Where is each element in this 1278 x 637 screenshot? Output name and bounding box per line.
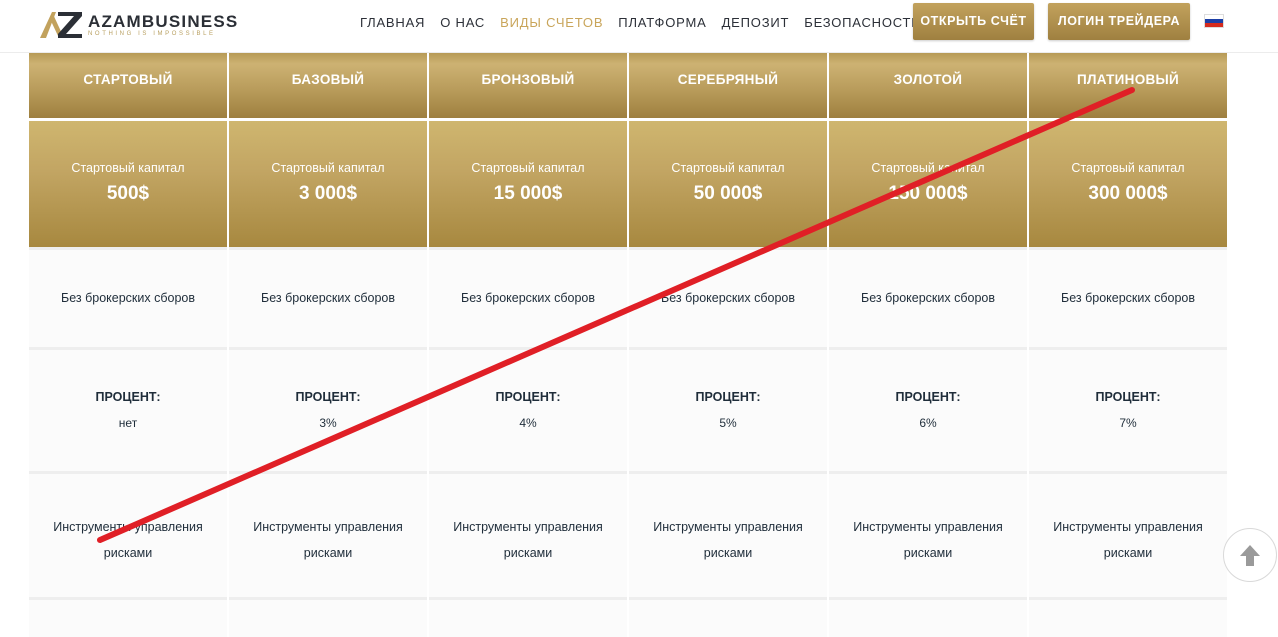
logo-mark-icon: [40, 12, 82, 38]
account-name-platinum: ПЛАТИНОВЫЙ: [1029, 52, 1227, 118]
tools-cell: Инструменты управления рисками: [1029, 471, 1227, 597]
fees-cell: Без брокерских сборов: [229, 247, 427, 347]
percent-cell: ПРОЦЕНТ: 5%: [629, 347, 827, 471]
account-types-table: СТАРТОВЫЙ БАЗОВЫЙ БРОНЗОВЫЙ СЕРЕБРЯНЫЙ З…: [29, 52, 1229, 637]
account-name-gold: ЗОЛОТОЙ: [829, 52, 1027, 118]
main-nav: ГЛАВНАЯ О НАС ВИДЫ СЧЕТОВ ПЛАТФОРМА ДЕПО…: [360, 0, 936, 44]
capital-label: Стартовый капитал: [271, 161, 385, 175]
nav-item-about[interactable]: О НАС: [440, 15, 485, 30]
open-account-button[interactable]: ОТКРЫТЬ СЧЁТ: [913, 3, 1034, 40]
empty-cell: [29, 597, 227, 637]
account-name-basic: БАЗОВЫЙ: [229, 52, 427, 118]
site-header: AZAMBUSINESS NOTHING IS IMPOSSIBLE ГЛАВН…: [0, 0, 1278, 53]
russian-flag-icon[interactable]: [1204, 14, 1224, 28]
percent-value: 3%: [319, 416, 337, 430]
capital-cell: Стартовый капитал 300 000$: [1029, 121, 1227, 247]
percent-value: 4%: [519, 416, 537, 430]
tools-cell: Инструменты управления рисками: [629, 471, 827, 597]
capital-value: 500$: [106, 183, 150, 204]
capital-label: Стартовый капитал: [1071, 161, 1185, 175]
capital-cell: Стартовый капитал 3 000$: [229, 121, 427, 247]
fees-cell: Без брокерских сборов: [429, 247, 627, 347]
capital-value: 3 000$: [298, 183, 358, 204]
fees-cell: Без брокерских сборов: [629, 247, 827, 347]
capital-value: 50 000$: [693, 183, 763, 204]
brand-tagline: NOTHING IS IMPOSSIBLE: [88, 31, 216, 37]
percent-label: ПРОЦЕНТ:: [895, 390, 961, 404]
brand-name: AZAMBUSINESS: [88, 12, 239, 31]
percent-cell: ПРОЦЕНТ: 6%: [829, 347, 1027, 471]
scroll-to-top-button[interactable]: [1223, 528, 1277, 582]
empty-cell: [229, 597, 427, 637]
account-name-silver: СЕРЕБРЯНЫЙ: [629, 52, 827, 118]
tools-cell: Инструменты управления рисками: [829, 471, 1027, 597]
nav-item-deposit[interactable]: ДЕПОЗИТ: [722, 15, 790, 30]
percent-value: 5%: [719, 416, 737, 430]
percent-label: ПРОЦЕНТ:: [495, 390, 561, 404]
next-row: [29, 597, 1229, 637]
tools-cell: Инструменты управления рисками: [29, 471, 227, 597]
percent-value: 7%: [1119, 416, 1137, 430]
nav-item-home[interactable]: ГЛАВНАЯ: [360, 15, 425, 30]
capital-value: 150 000$: [888, 183, 968, 204]
fees-cell: Без брокерских сборов: [829, 247, 1027, 347]
percent-value: нет: [118, 416, 138, 430]
arrow-up-icon: [1240, 545, 1260, 566]
account-name-bronze: БРОНЗОВЫЙ: [429, 52, 627, 118]
capital-cell: Стартовый капитал 500$: [29, 121, 227, 247]
empty-cell: [1029, 597, 1227, 637]
nav-item-platform[interactable]: ПЛАТФОРМА: [618, 15, 706, 30]
nav-item-security[interactable]: БЕЗОПАСНОСТЬ: [804, 15, 920, 30]
capital-label: Стартовый капитал: [871, 161, 985, 175]
percent-label: ПРОЦЕНТ:: [1095, 390, 1161, 404]
capital-cell: Стартовый капитал 150 000$: [829, 121, 1027, 247]
capital-label: Стартовый капитал: [71, 161, 185, 175]
tools-cell: Инструменты управления рисками: [429, 471, 627, 597]
fees-cell: Без брокерских сборов: [1029, 247, 1227, 347]
capital-value: 300 000$: [1088, 183, 1168, 204]
percent-row: ПРОЦЕНТ: нет ПРОЦЕНТ: 3% ПРОЦЕНТ: 4% ПРО…: [29, 347, 1229, 471]
capital-row: Стартовый капитал 500$ Стартовый капитал…: [29, 121, 1229, 247]
account-name-starter: СТАРТОВЫЙ: [29, 52, 227, 118]
empty-cell: [829, 597, 1027, 637]
percent-cell: ПРОЦЕНТ: нет: [29, 347, 227, 471]
percent-label: ПРОЦЕНТ:: [95, 390, 161, 404]
fees-row: Без брокерских сборов Без брокерских сбо…: [29, 247, 1229, 347]
tools-row: Инструменты управления рисками Инструмен…: [29, 471, 1229, 597]
capital-value: 15 000$: [493, 183, 563, 204]
logo[interactable]: AZAMBUSINESS NOTHING IS IMPOSSIBLE: [38, 8, 237, 40]
percent-value: 6%: [919, 416, 937, 430]
percent-cell: ПРОЦЕНТ: 7%: [1029, 347, 1227, 471]
capital-label: Стартовый капитал: [471, 161, 585, 175]
tools-cell: Инструменты управления рисками: [229, 471, 427, 597]
table-header-row: СТАРТОВЫЙ БАЗОВЫЙ БРОНЗОВЫЙ СЕРЕБРЯНЫЙ З…: [29, 52, 1229, 118]
empty-cell: [429, 597, 627, 637]
trader-login-button[interactable]: ЛОГИН ТРЕЙДЕРА: [1048, 3, 1190, 40]
percent-label: ПРОЦЕНТ:: [295, 390, 361, 404]
empty-cell: [629, 597, 827, 637]
capital-cell: Стартовый капитал 50 000$: [629, 121, 827, 247]
percent-label: ПРОЦЕНТ:: [695, 390, 761, 404]
capital-label: Стартовый капитал: [671, 161, 785, 175]
capital-cell: Стартовый капитал 15 000$: [429, 121, 627, 247]
percent-cell: ПРОЦЕНТ: 3%: [229, 347, 427, 471]
percent-cell: ПРОЦЕНТ: 4%: [429, 347, 627, 471]
nav-item-account-types[interactable]: ВИДЫ СЧЕТОВ: [500, 15, 603, 30]
fees-cell: Без брокерских сборов: [29, 247, 227, 347]
